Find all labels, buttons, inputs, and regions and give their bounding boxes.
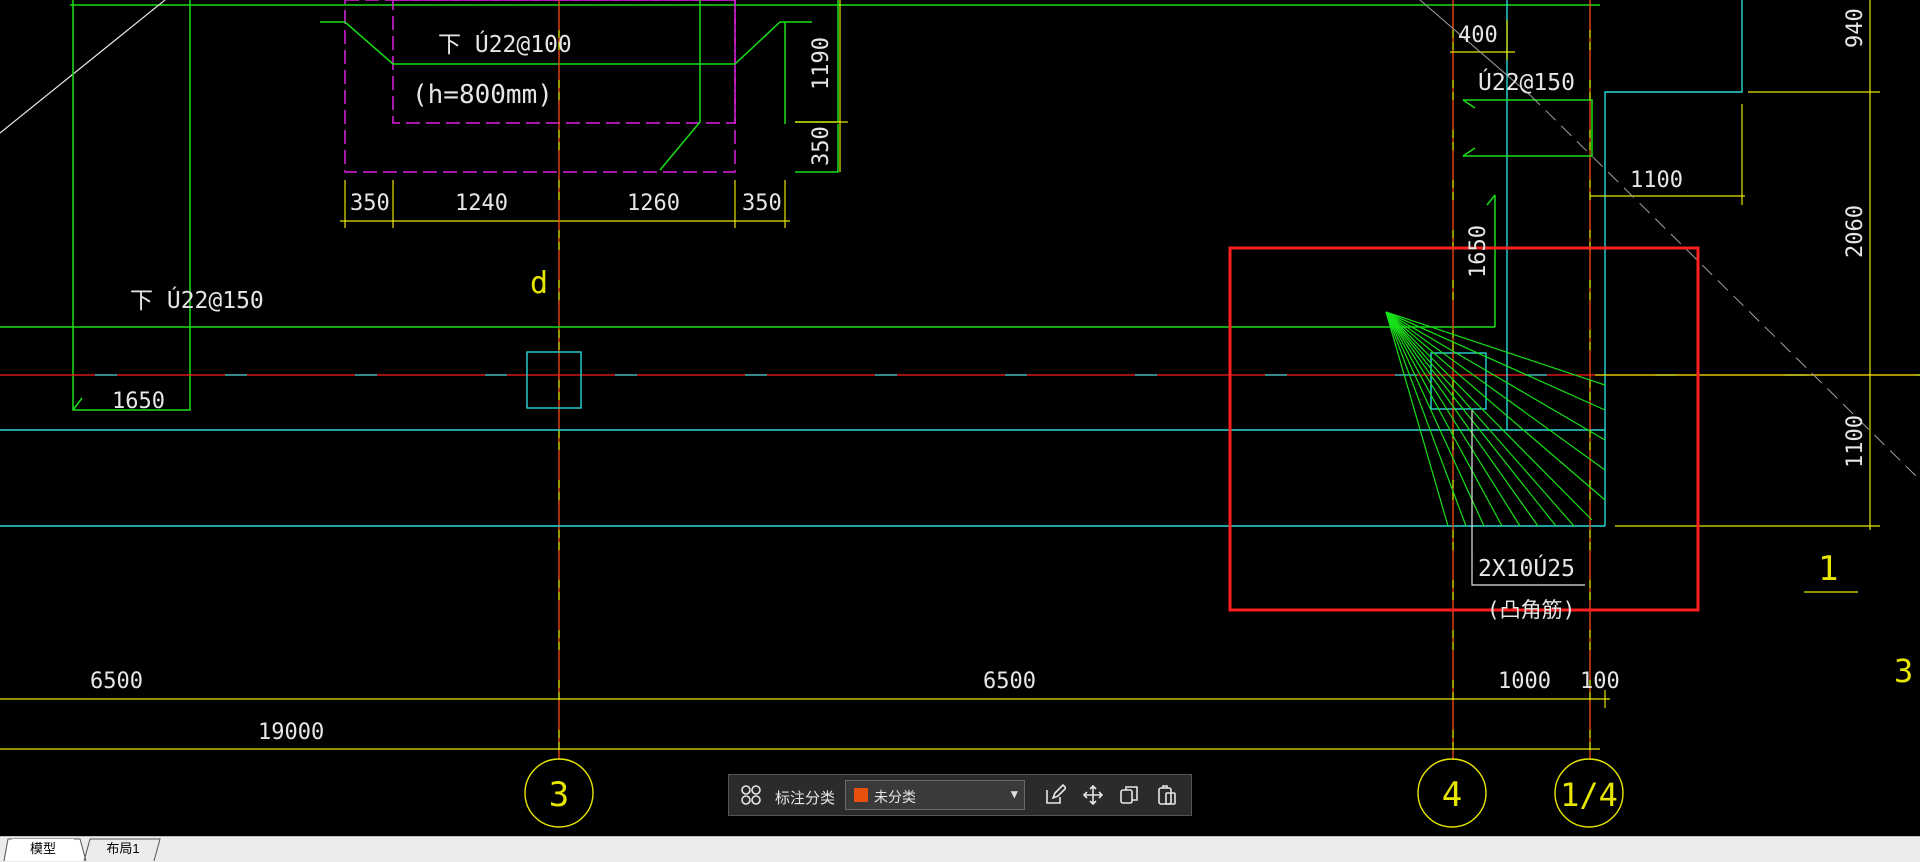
left-rebar-outline <box>72 0 191 411</box>
dim-940: 940 <box>1843 8 1868 48</box>
dim-1650-v: 1650 <box>1466 225 1491 278</box>
dim-1190: 1190 <box>809 37 834 90</box>
dim-100: 100 <box>1580 669 1620 694</box>
label-section-1: 1 <box>1818 549 1838 589</box>
label-bundle: 2X10Ú25 <box>1478 554 1575 582</box>
dim-v350: 350 <box>809 126 834 166</box>
chevron-down-icon: ▼ <box>1010 787 1018 801</box>
label-section-3: 3 <box>1894 652 1913 690</box>
dim-6500a: 6500 <box>90 669 143 694</box>
dim-1260: 1260 <box>627 191 680 216</box>
category-select[interactable]: 未分类 ▼ <box>845 780 1025 810</box>
layout-tab-bar: 模型 布局1 <box>0 836 1920 862</box>
tab-model[interactable]: 模型 <box>12 839 74 859</box>
toolbar-label: 标注分类 <box>775 790 836 807</box>
column-a3 <box>526 351 582 409</box>
category-selected: 未分类 <box>874 789 916 805</box>
column-a4 <box>1430 352 1487 410</box>
label-rebar-right: Ú22@150 <box>1478 68 1575 96</box>
move-icon[interactable] <box>1079 781 1107 809</box>
highlight-box <box>1228 246 1700 612</box>
dim-19000: 19000 <box>258 720 324 745</box>
dim-1100-v: 1100 <box>1843 415 1868 468</box>
dim-1000: 1000 <box>1498 669 1551 694</box>
dim-350a: 350 <box>350 191 390 216</box>
label-rebar-top: 下 Ú22@100 <box>438 30 572 58</box>
label-rebar-left: 下 Ú22@150 <box>130 286 264 314</box>
dim-1100-top: 1100 <box>1630 168 1683 193</box>
dim-6500b: 6500 <box>983 669 1036 694</box>
dim-400: 400 <box>1458 23 1498 48</box>
group-icon[interactable] <box>737 781 765 809</box>
copy-icon[interactable] <box>1115 781 1143 809</box>
axis-label-4: 4 <box>1442 775 1462 815</box>
label-axis-d: d <box>530 266 548 301</box>
axis-label-14: 1/4 <box>1560 776 1618 814</box>
axis-label-3: 3 <box>549 775 569 815</box>
dim-1650-left: 1650 <box>112 389 165 414</box>
dim-350b: 350 <box>742 191 782 216</box>
label-bundle-note: (凸角筋) <box>1487 598 1575 622</box>
dim-2060: 2060 <box>1843 205 1868 258</box>
corner-rebar-fan <box>1385 311 1606 527</box>
dim-1240: 1240 <box>455 191 508 216</box>
category-swatch <box>854 788 868 802</box>
annotation-toolbar: 标注分类 未分类 ▼ <box>728 774 1192 816</box>
paste-icon[interactable] <box>1153 781 1181 809</box>
tab-layout1[interactable]: 布局1 <box>92 839 154 859</box>
cad-canvas[interactable]: 下 Ú22@100 (h=800mm) 下 Ú22@150 Ú22@150 d … <box>0 0 1920 836</box>
diagonal-line <box>0 0 166 134</box>
label-height-note: (h=800mm) <box>412 80 553 110</box>
edit-icon[interactable] <box>1041 781 1069 809</box>
